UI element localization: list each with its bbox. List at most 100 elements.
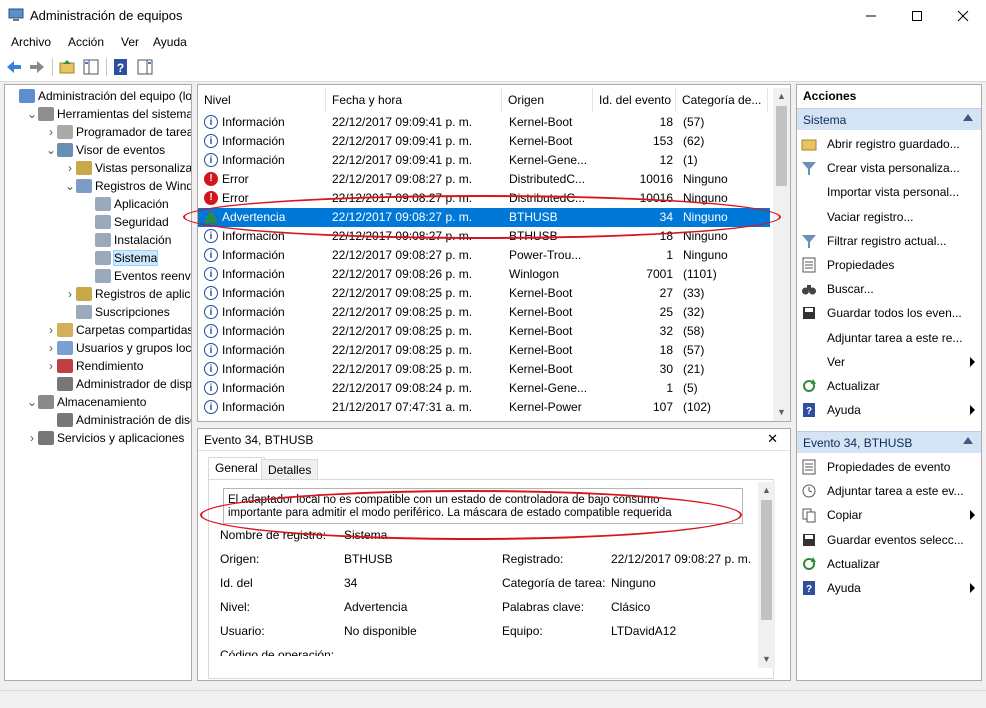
show-tree-icon[interactable] xyxy=(82,58,100,76)
maximize-button[interactable] xyxy=(894,0,940,31)
collapse-icon[interactable]: ⌄ xyxy=(64,179,76,193)
action-item[interactable]: Vaciar registro... xyxy=(801,206,977,228)
tree-node[interactable]: ⌄ Visor de eventos xyxy=(45,141,165,159)
tree-node[interactable]: Administrador de dispo xyxy=(45,375,191,393)
table-row[interactable]: i Información 22/12/2017 09:08:27 p. m. Pow… xyxy=(198,246,770,265)
table-row[interactable]: i Información 22/12/2017 09:08:27 p. m. BTH… xyxy=(198,227,770,246)
minimize-button[interactable] xyxy=(848,0,894,31)
scroll-down-icon[interactable]: ▼ xyxy=(758,651,775,668)
tree-node[interactable]: › Rendimiento xyxy=(45,357,143,375)
expand-icon[interactable]: › xyxy=(45,359,57,373)
table-row[interactable]: ! Error 22/12/2017 09:08:27 p. m. Distribut… xyxy=(198,170,770,189)
action-item[interactable]: ? Ayuda xyxy=(801,577,977,599)
action-item[interactable]: Importar vista personal... xyxy=(801,181,977,203)
tree-node[interactable]: Aplicación xyxy=(83,195,169,213)
scroll-up-icon[interactable]: ▲ xyxy=(758,482,775,499)
action-item[interactable]: Actualizar xyxy=(801,375,977,397)
expand-icon[interactable]: › xyxy=(64,287,76,301)
table-row[interactable]: i Información 22/12/2017 09:08:25 p. m. Ker… xyxy=(198,284,770,303)
table-row[interactable]: Advertencia 22/12/2017 09:08:27 p. m. BTHU… xyxy=(198,208,770,227)
table-row[interactable]: i Información 22/12/2017 09:08:25 p. m. Ker… xyxy=(198,322,770,341)
expand-icon[interactable]: › xyxy=(26,431,38,445)
table-row[interactable]: i Información 22/12/2017 09:09:41 p. m. Ker… xyxy=(198,151,770,170)
tree-node[interactable]: ⌄ Almacenamiento xyxy=(26,393,146,411)
tree-node[interactable]: › Carpetas compartidas xyxy=(45,321,191,339)
section-event[interactable]: Evento 34, BTHUSB xyxy=(797,431,981,453)
collapse-icon[interactable] xyxy=(963,114,973,121)
forward-icon[interactable] xyxy=(28,58,46,76)
table-row[interactable]: i Información 21/12/2017 07:47:31 a. m. Ker… xyxy=(198,398,770,417)
table-row[interactable]: i Información 22/12/2017 09:08:25 p. m. Ker… xyxy=(198,303,770,322)
table-row[interactable]: i Información 22/12/2017 09:08:25 p. m. Ker… xyxy=(198,341,770,360)
tree-node[interactable]: Sistema xyxy=(83,249,159,267)
tree-node[interactable]: Suscripciones xyxy=(64,303,170,321)
expand-icon[interactable]: › xyxy=(45,125,57,139)
scroll-thumb[interactable] xyxy=(776,106,787,186)
events-scrollbar[interactable]: ▲ ▼ xyxy=(773,88,790,421)
show-action-pane-icon[interactable] xyxy=(136,58,154,76)
action-item[interactable]: Ver xyxy=(801,351,977,373)
up-folder-icon[interactable] xyxy=(58,58,76,76)
scroll-up-icon[interactable]: ▲ xyxy=(773,88,790,105)
table-row[interactable]: i Información 22/12/2017 09:08:26 p. m. Win… xyxy=(198,265,770,284)
tree-node[interactable]: › Programador de tareas xyxy=(45,123,191,141)
tree-node[interactable]: › Vistas personalizada xyxy=(64,159,191,177)
close-button[interactable] xyxy=(940,0,986,31)
menu-archivo[interactable]: Archivo xyxy=(11,35,51,49)
column-categoria[interactable]: Categoría de... xyxy=(676,88,768,112)
detail-scrollbar[interactable]: ▲ ▼ xyxy=(758,482,775,668)
scroll-thumb[interactable] xyxy=(761,500,772,620)
action-item[interactable]: Adjuntar tarea a este re... xyxy=(801,327,977,349)
action-item[interactable]: Guardar todos los even... xyxy=(801,302,977,324)
tree-node[interactable]: › Servicios y aplicaciones xyxy=(26,429,184,447)
action-item[interactable]: Guardar eventos selecc... xyxy=(801,529,977,551)
table-row[interactable]: i Información 22/12/2017 09:09:41 p. m. Ker… xyxy=(198,132,770,151)
expand-icon[interactable]: › xyxy=(64,161,76,175)
action-item[interactable]: Crear vista personaliza... xyxy=(801,157,977,179)
menu-ayuda[interactable]: Ayuda xyxy=(153,35,187,49)
action-item[interactable]: Copiar xyxy=(801,504,977,526)
cell-date: 22/12/2017 09:08:26 p. m. xyxy=(332,267,473,281)
column-fecha[interactable]: Fecha y hora xyxy=(326,88,502,112)
column-origen[interactable]: Origen xyxy=(502,88,593,112)
collapse-icon[interactable]: ⌄ xyxy=(26,395,38,409)
tab-general[interactable]: General xyxy=(208,457,265,480)
column-nivel[interactable]: Nivel xyxy=(198,88,326,112)
tree-node[interactable]: Administración de disco xyxy=(45,411,191,429)
action-item[interactable]: Adjuntar tarea a este ev... xyxy=(801,480,977,502)
tree-node[interactable]: › Usuarios y grupos locale xyxy=(45,339,191,357)
event-message-box[interactable]: El adaptador local no es compatible con … xyxy=(223,488,743,524)
tree-node[interactable]: Seguridad xyxy=(83,213,169,231)
close-icon[interactable]: ✕ xyxy=(767,431,778,447)
tree-node[interactable]: ⌄ Registros de Windov xyxy=(64,177,191,195)
tree-node[interactable]: Eventos reenviac xyxy=(83,267,191,285)
action-item[interactable]: Propiedades de evento xyxy=(801,456,977,478)
action-item[interactable]: ? Ayuda xyxy=(801,399,977,421)
tree-node[interactable]: Administración del equipo (loc xyxy=(7,87,191,105)
action-item[interactable]: Actualizar xyxy=(801,553,977,575)
section-sistema[interactable]: Sistema xyxy=(797,108,981,130)
tree-node[interactable]: ⌄ Herramientas del sistema xyxy=(26,105,191,123)
help-icon[interactable]: ? xyxy=(112,58,130,76)
collapse-icon[interactable]: ⌄ xyxy=(45,143,57,157)
tree-node[interactable]: › Registros de aplicac xyxy=(64,285,191,303)
menu-accion[interactable]: Acción xyxy=(68,35,104,49)
table-row[interactable]: i Información 22/12/2017 09:09:41 p. m. Ker… xyxy=(198,113,770,132)
tab-detalles[interactable]: Detalles xyxy=(261,459,319,480)
action-item[interactable]: Propiedades xyxy=(801,254,977,276)
column-id[interactable]: Id. del evento xyxy=(593,88,676,112)
table-row[interactable]: i Información 22/12/2017 09:08:25 p. m. Ker… xyxy=(198,360,770,379)
collapse-icon[interactable] xyxy=(963,437,973,444)
table-row[interactable]: i Información 22/12/2017 09:08:24 p. m. Ker… xyxy=(198,379,770,398)
table-row[interactable]: ! Error 22/12/2017 09:08:27 p. m. Distribut… xyxy=(198,189,770,208)
expand-icon[interactable]: › xyxy=(45,341,57,355)
action-item[interactable]: Abrir registro guardado... xyxy=(801,133,977,155)
tree-node[interactable]: Instalación xyxy=(83,231,171,249)
expand-icon[interactable]: › xyxy=(45,323,57,337)
action-item[interactable]: Buscar... xyxy=(801,278,977,300)
menu-ver[interactable]: Ver xyxy=(121,35,139,49)
collapse-icon[interactable]: ⌄ xyxy=(26,107,38,121)
back-icon[interactable] xyxy=(5,58,23,76)
scroll-down-icon[interactable]: ▼ xyxy=(773,404,790,421)
action-item[interactable]: Filtrar registro actual... xyxy=(801,230,977,252)
